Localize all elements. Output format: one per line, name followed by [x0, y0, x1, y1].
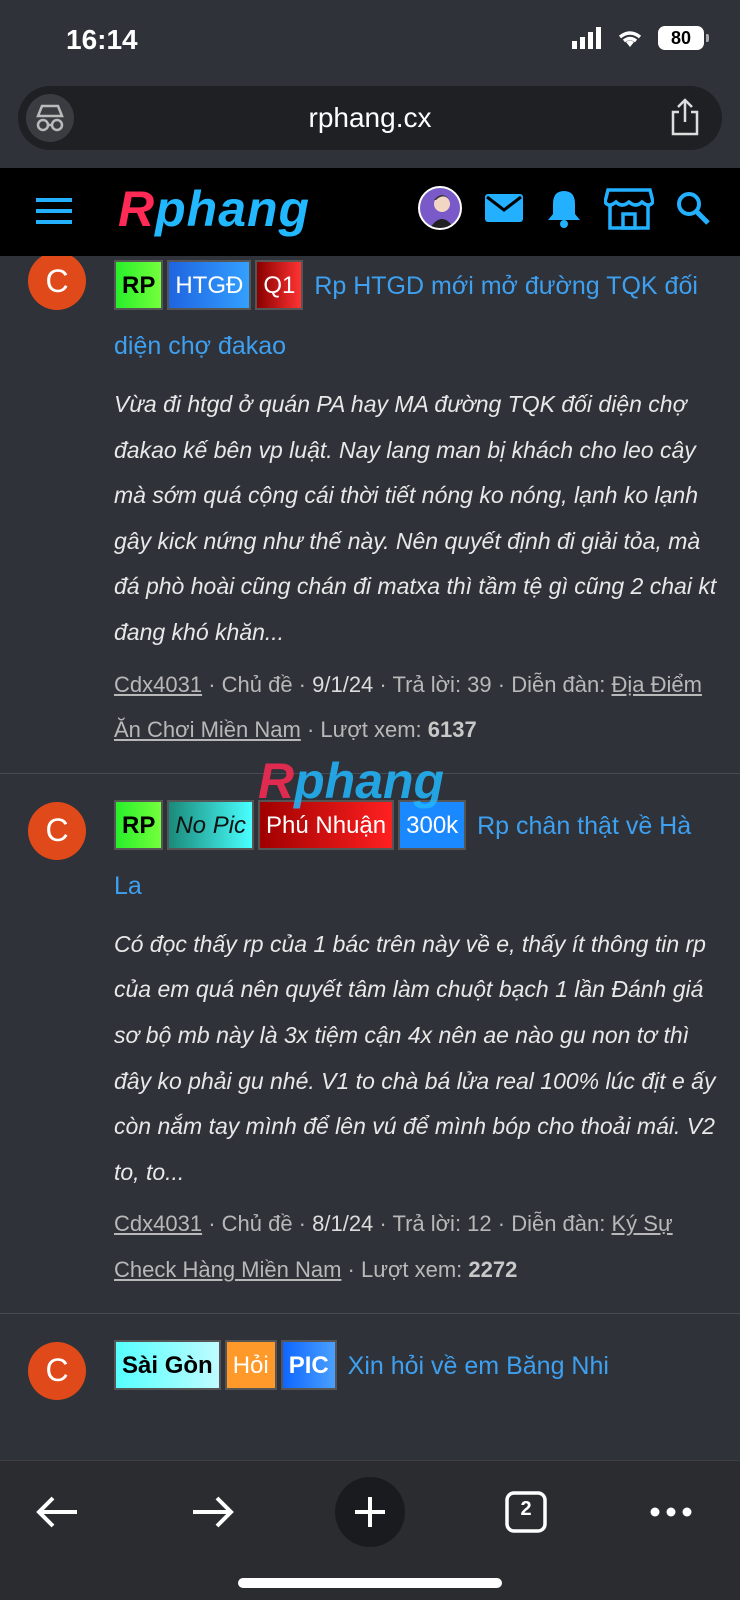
- logo-r: R: [118, 181, 156, 237]
- back-icon: [36, 1496, 77, 1528]
- more-button[interactable]: [636, 1477, 706, 1547]
- tag-rp[interactable]: RP: [114, 260, 164, 311]
- status-bar: 16:14 80: [0, 0, 740, 82]
- thread-excerpt: Vừa đi htgd ở quán PA hay MA đường TQK đ…: [114, 391, 717, 645]
- wifi-icon: [618, 31, 642, 47]
- url-text[interactable]: rphang.cx: [18, 102, 722, 134]
- thread-date: 9/1/24: [312, 671, 374, 697]
- more-icon: [650, 1507, 692, 1517]
- thread-author[interactable]: Cdx4031: [114, 672, 202, 697]
- tag-q1[interactable]: Q1: [255, 260, 304, 311]
- site-header: Rphang: [0, 168, 740, 256]
- store-icon[interactable]: [604, 186, 654, 230]
- tag-pic[interactable]: PIC: [280, 1339, 337, 1390]
- tag-rp[interactable]: RP: [114, 800, 164, 851]
- tag-no-pic[interactable]: No Pic: [167, 800, 255, 851]
- share-icon: [671, 98, 699, 136]
- thread-item: C Sài Gòn Hỏi PIC Xin hỏi về em Băng Nhi: [0, 1314, 740, 1400]
- back-button[interactable]: [22, 1477, 92, 1547]
- site-logo[interactable]: Rphang: [118, 180, 310, 238]
- thread-body: RP No Pic Phú Nhuận 300k Rp chân thật về Hà…: [114, 796, 720, 1313]
- thread-avatar[interactable]: C: [28, 801, 86, 860]
- thread-views: 2272: [468, 1256, 518, 1282]
- search-icon[interactable]: [676, 191, 710, 225]
- thread-title-line[interactable]: RP HTGĐ Q1 Rp HTGD mới mở đường TQK đối di…: [114, 256, 720, 376]
- thread-views: 6137: [427, 717, 477, 743]
- signal-icon: [572, 27, 601, 49]
- status-time: 16:14: [66, 24, 138, 55]
- thread-title-line[interactable]: RP No Pic Phú Nhuận 300k Rp chân thật về Hà…: [114, 796, 720, 916]
- tag-sai-gon[interactable]: Sài Gòn: [114, 1339, 221, 1390]
- meta-type: · Chủ đề ·: [202, 1211, 313, 1237]
- thread-title[interactable]: Xin hỏi về em Băng Nhi: [348, 1352, 609, 1380]
- new-tab-button[interactable]: [335, 1477, 405, 1547]
- views-label: · Lượt xem:: [341, 1256, 469, 1282]
- thread-avatar[interactable]: C: [28, 1341, 86, 1400]
- thread-excerpt: Có đọc thấy rp của 1 bác trên này về e, …: [114, 930, 716, 1185]
- watermark-text: phang: [294, 753, 445, 809]
- user-avatar-icon: [420, 188, 460, 228]
- watermark-logo: Rphang: [258, 752, 444, 810]
- thread-body: RP HTGĐ Q1 Rp HTGD mới mở đường TQK đối di…: [114, 256, 720, 773]
- mail-icon[interactable]: [484, 192, 524, 224]
- menu-button[interactable]: [36, 196, 72, 231]
- tag-htgd[interactable]: HTGĐ: [167, 260, 252, 311]
- share-button[interactable]: [670, 98, 700, 141]
- battery-indicator: 80: [658, 26, 709, 50]
- thread-author[interactable]: Cdx4031: [114, 1211, 202, 1236]
- tabs-button[interactable]: 2: [491, 1477, 561, 1547]
- home-indicator[interactable]: [238, 1578, 502, 1588]
- logo-text: phang: [155, 181, 311, 237]
- thread-replies: · Trả lời: 12 · Diễn đàn:: [373, 1211, 612, 1237]
- header-icons: [418, 186, 710, 230]
- thread-meta: Cdx4031 · Chủ đề · 8/1/24 · Trả lời: 12 …: [114, 1201, 720, 1312]
- tag-hoi[interactable]: Hỏi: [224, 1339, 277, 1390]
- tabs-count: 2: [520, 1498, 532, 1520]
- thread-replies: · Trả lời: 39 · Diễn đàn:: [373, 671, 612, 697]
- thread-item: C RP No Pic Phú Nhuận 300k Rp chân thật về …: [0, 774, 740, 1314]
- thread-avatar[interactable]: C: [28, 256, 86, 310]
- user-avatar[interactable]: [418, 186, 462, 230]
- thread-date: 8/1/24: [312, 1211, 374, 1237]
- thread-item: C RP HTGĐ Q1 Rp HTGD mới mở đường TQK đối …: [0, 256, 740, 774]
- forward-icon: [193, 1496, 234, 1528]
- bell-icon[interactable]: [546, 188, 582, 228]
- menu-icon: [36, 198, 72, 224]
- plus-icon: [355, 1497, 385, 1527]
- thread-body: Sài Gòn Hỏi PIC Xin hỏi về em Băng Nhi: [114, 1336, 720, 1396]
- thread-list: C RP HTGĐ Q1 Rp HTGD mới mở đường TQK đối …: [0, 256, 740, 1460]
- views-label: · Lượt xem:: [300, 717, 428, 743]
- thread-title-line[interactable]: Sài Gòn Hỏi PIC Xin hỏi về em Băng Nhi: [114, 1336, 720, 1396]
- status-icons: 80: [572, 26, 709, 50]
- address-bar[interactable]: rphang.cx: [18, 86, 722, 150]
- meta-type: · Chủ đề ·: [202, 671, 313, 697]
- forward-button[interactable]: [178, 1477, 248, 1547]
- watermark-r: R: [258, 753, 295, 809]
